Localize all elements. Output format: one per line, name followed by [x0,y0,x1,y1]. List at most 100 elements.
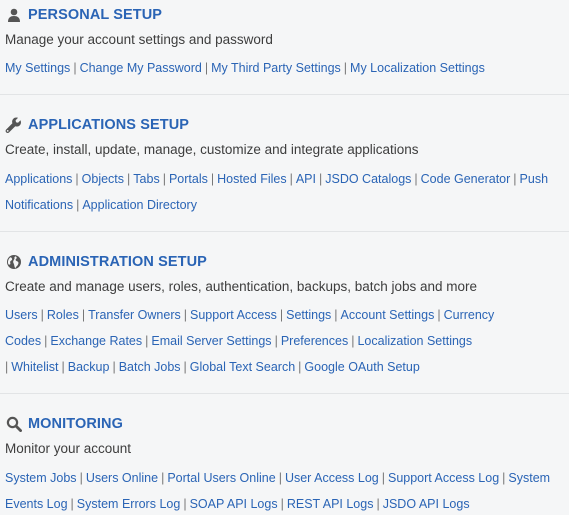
link-preferences[interactable]: Preferences [281,334,348,348]
link-separator: | [210,172,215,186]
monitoring-links-line1: System Jobs | Users Online | Portal Users On… [5,471,550,485]
link-tabs[interactable]: Tabs [133,172,159,186]
link-separator: | [183,497,187,511]
link-separator: | [145,334,149,348]
link-push-notifications[interactable]: Push [520,172,549,186]
link-separator: | [381,471,385,485]
link-currency-codes-cont[interactable]: Codes [5,334,41,348]
link-change-my-password[interactable]: Change My Password [80,61,202,75]
administration-setup-title[interactable]: ADMINISTRATION SETUP [28,254,207,270]
link-google-oauth-setup[interactable]: Google OAuth Setup [304,360,419,374]
link-separator: | [376,497,380,511]
link-hosted-files[interactable]: Hosted Files [217,172,286,186]
link-localization-settings[interactable]: Localization Settings [357,334,472,348]
link-separator: | [289,172,293,186]
link-backup[interactable]: Backup [68,360,110,374]
link-separator: | [183,308,187,322]
link-separator: | [75,172,79,186]
link-email-server-settings[interactable]: Email Server Settings [151,334,271,348]
applications-setup-description: Create, install, update, manage, customi… [5,142,419,157]
applications-setup-links-line1: Applications | Objects | Tabs | Portals | Hosted… [5,172,548,186]
link-separator: | [280,497,284,511]
link-currency-codes[interactable]: Currency [444,308,495,322]
personal-setup-links: My Settings | Change My Password | My Third … [5,61,485,75]
link-separator: | [73,61,77,75]
link-users[interactable]: Users [5,308,38,322]
person-icon [5,7,22,24]
link-jsdo-api-logs[interactable]: JSDO API Logs [383,497,470,511]
link-separator: | [70,497,74,511]
link-separator: | [79,471,83,485]
link-roles[interactable]: Roles [47,308,79,322]
link-separator: | [343,61,348,75]
link-system-errors-log[interactable]: System Errors Log [77,497,181,511]
monitoring-links-line2: Events Log | System Errors Log | SOAP API Lo… [5,497,470,511]
administration-setup-description: Create and manage users, roles, authenti… [5,279,478,294]
section-divider [0,231,569,232]
link-portal-users-online[interactable]: Portal Users Online [167,471,275,485]
link-separator: | [319,172,323,186]
link-support-access[interactable]: Support Access [190,308,277,322]
link-jsdo-catalogs[interactable]: JSDO Catalogs [325,172,411,186]
link-separator: | [279,308,284,322]
section-divider [0,393,569,394]
monitoring-header: MONITORING [5,415,123,433]
link-support-access-log[interactable]: Support Access Log [388,471,499,485]
link-separator: | [334,308,338,322]
link-objects[interactable]: Objects [82,172,124,186]
link-separator: | [161,471,165,485]
link-separator: | [183,360,187,374]
link-separator: | [204,61,209,75]
link-portals[interactable]: Portals [169,172,208,186]
link-separator: | [5,360,9,374]
link-user-access-log[interactable]: User Access Log [285,471,379,485]
link-my-third-party-settings[interactable]: My Third Party Settings [211,61,341,75]
link-account-settings[interactable]: Account Settings [341,308,435,322]
link-settings[interactable]: Settings [286,308,331,322]
link-separator: | [274,334,278,348]
link-api[interactable]: API [296,172,316,186]
link-separator: | [76,198,80,212]
applications-setup-title[interactable]: APPLICATIONS SETUP [28,117,189,133]
personal-setup-title[interactable]: PERSONAL SETUP [28,7,162,23]
link-users-online[interactable]: Users Online [86,471,158,485]
link-separator: | [40,308,44,322]
link-rest-api-logs[interactable]: REST API Logs [287,497,374,511]
link-system-jobs[interactable]: System Jobs [5,471,77,485]
link-my-localization-settings[interactable]: My Localization Settings [350,61,485,75]
personal-setup-description: Manage your account settings and passwor… [5,32,273,47]
applications-setup-header: APPLICATIONS SETUP [5,116,189,134]
link-separator: | [127,172,131,186]
link-push-notifications-cont[interactable]: Notifications [5,198,73,212]
link-code-generator[interactable]: Code Generator [421,172,511,186]
link-separator: | [502,471,506,485]
link-separator: | [61,360,65,374]
link-my-settings[interactable]: My Settings [5,61,70,75]
administration-setup-header: ADMINISTRATION SETUP [5,253,207,271]
link-separator: | [44,334,48,348]
applications-setup-links-line2: Notifications | Application Directory [5,198,197,212]
wrench-icon [5,116,22,134]
link-separator: | [278,471,282,485]
monitoring-title[interactable]: MONITORING [28,416,123,432]
administration-setup-links-line1: Users | Roles | Transfer Owners | Support Acce… [5,308,494,322]
section-divider [0,94,569,95]
link-system-events-log[interactable]: System [508,471,550,485]
link-application-directory[interactable]: Application Directory [82,198,197,212]
administration-setup-links-line3: | Whitelist | Backup | Batch Jobs | Global Text… [5,360,420,374]
link-system-events-log-cont[interactable]: Events Log [5,497,68,511]
link-separator: | [112,360,116,374]
link-applications[interactable]: Applications [5,172,72,186]
link-whitelist[interactable]: Whitelist [11,360,58,374]
link-transfer-owners[interactable]: Transfer Owners [88,308,181,322]
personal-setup-header: PERSONAL SETUP [5,6,162,24]
magnifier-icon [5,416,22,433]
link-separator: | [351,334,355,348]
globe-icon [5,254,22,271]
monitoring-description: Monitor your account [5,441,132,456]
link-separator: | [414,172,418,186]
link-batch-jobs[interactable]: Batch Jobs [119,360,181,374]
link-soap-api-logs[interactable]: SOAP API Logs [190,497,278,511]
link-global-text-search[interactable]: Global Text Search [190,360,295,374]
link-exchange-rates[interactable]: Exchange Rates [50,334,142,348]
